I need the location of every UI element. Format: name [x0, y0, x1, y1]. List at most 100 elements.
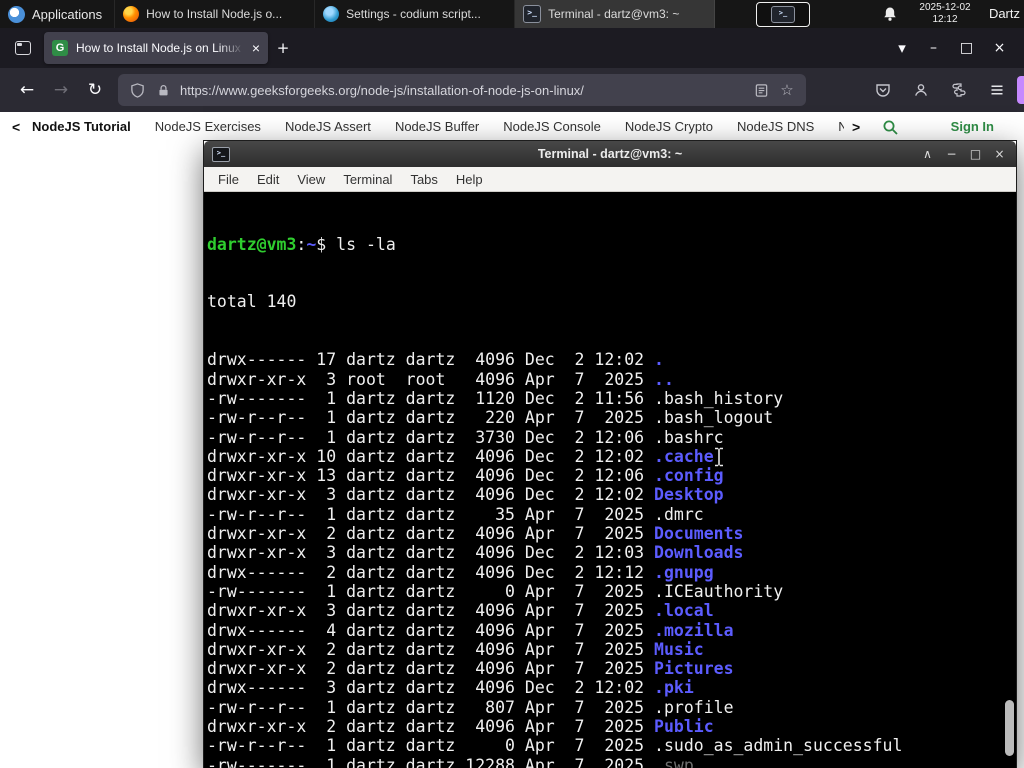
top-panel: Applications How to Install Node.js o...… — [0, 0, 1024, 28]
terminal-listing: drwx------ 17 dartz dartz 4096 Dec 2 12:… — [207, 350, 1016, 768]
window-minimize-button[interactable]: – — [917, 33, 950, 63]
terminal-line: drwxr-xr-x 10 dartz dartz 4096 Dec 2 12:… — [207, 447, 1016, 466]
search-icon[interactable] — [882, 119, 899, 136]
file-name: . — [654, 350, 664, 370]
terminal-close-button[interactable]: × — [989, 144, 1010, 164]
firefox-view-icon — [15, 41, 31, 55]
account-icon[interactable] — [904, 74, 938, 106]
file-name: .sudo_as_admin_successful — [654, 736, 903, 756]
taskbar-label: Terminal - dartz@vm3: ~ — [548, 7, 680, 21]
menu-edit[interactable]: Edit — [249, 168, 287, 191]
terminal-icon: >_ — [523, 5, 542, 23]
file-name: Public — [654, 717, 714, 737]
site-nav-link[interactable]: NodeJS DNS — [737, 112, 814, 142]
navigation-toolbar: ← → ↻ https://www.geeksforgeeks.org/node… — [0, 68, 1024, 112]
taskbar-label: Settings - codium script... — [346, 7, 481, 21]
window-maximize-button[interactable]: □ — [950, 33, 983, 63]
menu-terminal[interactable]: Terminal — [335, 168, 400, 191]
terminal-line: drwxr-xr-x 3 dartz dartz 4096 Dec 2 12:0… — [207, 485, 1016, 504]
terminal-line: drwx------ 4 dartz dartz 4096 Apr 7 2025… — [207, 621, 1016, 640]
site-nav-link[interactable]: NodeJS Console — [503, 112, 601, 142]
pocket-icon[interactable] — [866, 74, 900, 106]
terminal-line: drwxr-xr-x 2 dartz dartz 4096 Apr 7 2025… — [207, 524, 1016, 543]
file-name: Downloads — [654, 543, 744, 563]
back-button[interactable]: ← — [10, 74, 44, 106]
menu-hamburger-icon[interactable] — [980, 74, 1014, 106]
terminal-minimize-button[interactable]: − — [941, 144, 962, 164]
menu-tabs[interactable]: Tabs — [402, 168, 445, 191]
file-name: .bash_logout — [654, 408, 774, 428]
tab-favicon: G — [52, 40, 68, 56]
forward-button[interactable]: → — [44, 74, 78, 106]
terminal-line: -rw------- 1 dartz dartz 12288 Apr 7 202… — [207, 756, 1016, 768]
bookmark-star-icon[interactable]: ☆ — [778, 81, 796, 99]
menu-view[interactable]: View — [289, 168, 333, 191]
site-nav-link[interactable]: NodeJS Crypto — [625, 112, 713, 142]
lock-icon[interactable] — [154, 81, 172, 99]
file-attributes: drwx------ 3 dartz dartz 4096 Dec 2 12:0… — [207, 678, 655, 698]
file-name: Pictures — [654, 659, 734, 679]
menu-help[interactable]: Help — [448, 168, 491, 191]
terminal-scrollbar-thumb[interactable] — [1005, 700, 1014, 756]
terminal-line: drwxr-xr-x 2 dartz dartz 4096 Apr 7 2025… — [207, 640, 1016, 659]
file-attributes: -rw------- 1 dartz dartz 12288 Apr 7 202… — [207, 755, 655, 768]
user-label: Dartz — [988, 6, 1020, 21]
total-line: total 140 — [207, 292, 297, 312]
site-nav-link[interactable]: NodeJS Exercises — [155, 112, 261, 142]
menu-file[interactable]: File — [210, 168, 247, 191]
firefox-view-button[interactable] — [8, 33, 38, 63]
taskbar-window-codium[interactable]: Settings - codium script... — [315, 0, 516, 28]
browser-tab[interactable]: G How to Install Node.js on Linux × — [44, 32, 268, 64]
file-attributes: -rw------- 1 dartz dartz 0 Apr 7 2025 — [207, 581, 655, 601]
subnav-next-icon[interactable]: > — [852, 112, 860, 142]
file-attributes: drwxr-xr-x 3 dartz dartz 4096 Dec 2 12:0… — [207, 485, 655, 505]
list-all-tabs-button[interactable]: ▾ — [887, 33, 917, 63]
terminal-menubar: File Edit View Terminal Tabs Help — [204, 167, 1016, 192]
file-name: Documents — [654, 524, 744, 544]
reload-button[interactable]: ↻ — [78, 74, 112, 106]
file-attributes: -rw-r--r-- 1 dartz dartz 220 Apr 7 2025 — [207, 408, 655, 428]
terminal-maximize-button[interactable]: □ — [965, 144, 986, 164]
site-nav-link[interactable]: NodeJS — [838, 112, 844, 142]
tracking-shield-icon[interactable] — [128, 81, 146, 99]
url-bar[interactable]: https://www.geeksforgeeks.org/node-js/in… — [118, 74, 806, 106]
terminal-line: drwx------ 2 dartz dartz 4096 Dec 2 12:1… — [207, 563, 1016, 582]
window-close-button[interactable]: × — [983, 33, 1016, 63]
new-tab-button[interactable]: + — [268, 33, 298, 63]
tab-close-icon[interactable]: × — [252, 40, 260, 56]
terminal-line: drwx------ 3 dartz dartz 4096 Dec 2 12:0… — [207, 678, 1016, 697]
site-nav-link[interactable]: NodeJS Tutorial — [32, 112, 131, 142]
file-name: .mozilla — [654, 620, 734, 640]
file-attributes: drwxr-xr-x 3 root root 4096 Apr 7 2025 — [207, 369, 655, 389]
site-nav-link[interactable]: NodeJS Buffer — [395, 112, 479, 142]
codium-icon — [323, 6, 340, 22]
clock[interactable]: 2025-12-02 12:12 — [908, 2, 982, 26]
reader-mode-icon[interactable] — [752, 81, 770, 99]
terminal-line: drwxr-xr-x 2 dartz dartz 4096 Apr 7 2025… — [207, 717, 1016, 736]
terminal-titlebar[interactable]: >_ Terminal - dartz@vm3: ~ ∧ − □ × — [204, 141, 1016, 167]
site-nav-link[interactable]: NodeJS Assert — [285, 112, 371, 142]
file-attributes: -rw-r--r-- 1 dartz dartz 35 Apr 7 2025 — [207, 504, 655, 524]
terminal-line: -rw-r--r-- 1 dartz dartz 35 Apr 7 2025 .… — [207, 505, 1016, 524]
clock-time: 12:12 — [932, 14, 958, 25]
terminal-line: -rw------- 1 dartz dartz 0 Apr 7 2025 .I… — [207, 582, 1016, 601]
applications-menu[interactable]: Applications — [0, 0, 116, 28]
extensions-icon[interactable] — [942, 74, 976, 106]
terminal-line: drwxr-xr-x 3 dartz dartz 4096 Apr 7 2025… — [207, 601, 1016, 620]
prompt-command: ls -la — [326, 234, 396, 254]
edge-extension-icon[interactable] — [1017, 76, 1024, 104]
file-attributes: -rw------- 1 dartz dartz 1120 Dec 2 11:5… — [207, 388, 655, 408]
terminal-shade-button[interactable]: ∧ — [917, 144, 938, 164]
taskbar-label: How to Install Node.js o... — [146, 7, 283, 21]
taskbar-window-firefox[interactable]: How to Install Node.js o... — [115, 0, 316, 28]
taskbar-window-terminal[interactable]: >_ Terminal - dartz@vm3: ~ — [515, 0, 716, 28]
subnav-prev-icon[interactable]: < — [12, 112, 20, 142]
terminal-line: -rw-r--r-- 1 dartz dartz 220 Apr 7 2025 … — [207, 408, 1016, 427]
terminal-screen[interactable]: dartz@vm3:~$ ls -la total 140 drwx------… — [204, 192, 1016, 768]
prompt-line: dartz@vm3:~$ ls -la — [207, 235, 1016, 254]
sign-in-button[interactable]: Sign In — [951, 112, 994, 142]
tray-window-indicator[interactable]: >_ — [756, 2, 810, 27]
notification-bell-icon[interactable] — [882, 6, 898, 22]
terminal-title: Terminal - dartz@vm3: ~ — [537, 147, 683, 161]
prompt-path: ~ — [306, 234, 317, 254]
